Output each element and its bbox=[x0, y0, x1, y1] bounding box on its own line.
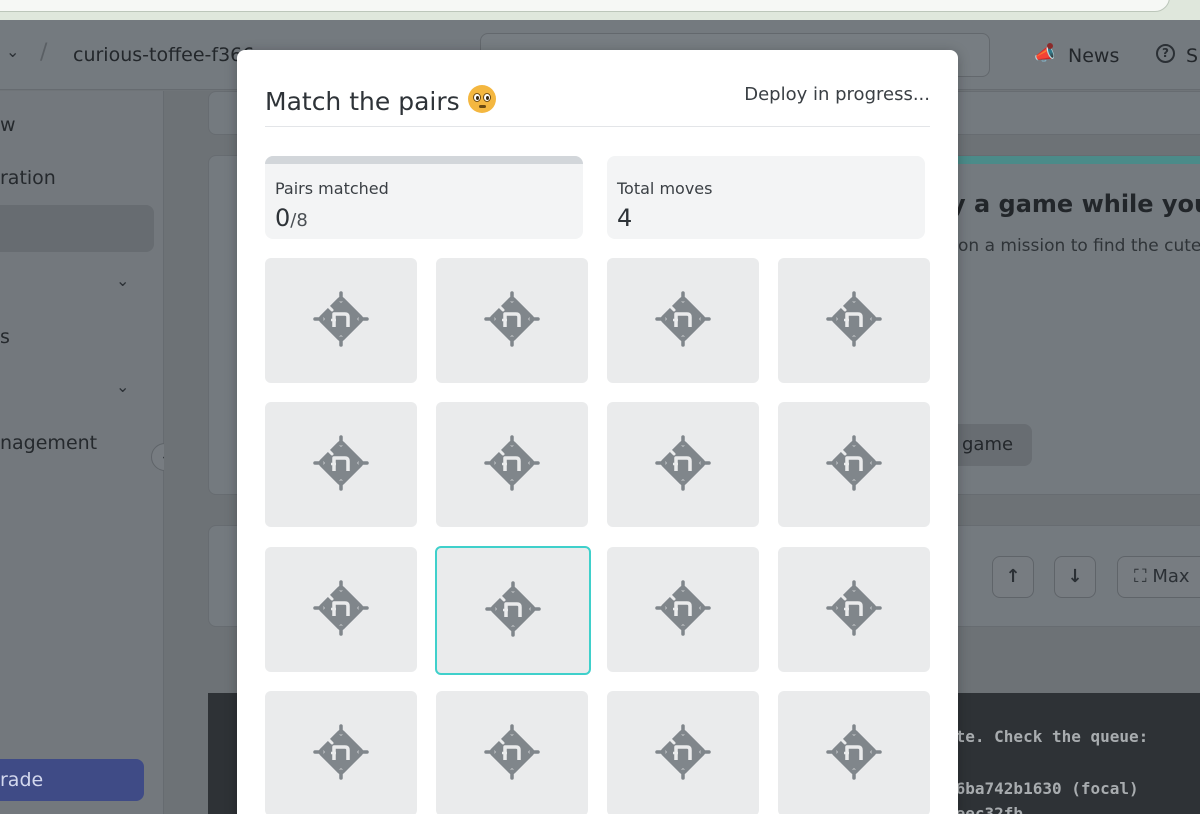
pairs-total: /8 bbox=[290, 210, 308, 231]
netlify-logo-icon bbox=[309, 720, 373, 788]
deploy-status: Deploy in progress... bbox=[744, 84, 930, 105]
divider bbox=[265, 126, 930, 127]
netlify-logo-icon bbox=[651, 576, 715, 644]
memory-card[interactable] bbox=[265, 258, 417, 383]
pairs-matched-label: Pairs matched bbox=[275, 179, 389, 198]
browser-bar bbox=[0, 0, 1200, 20]
chevron-down-icon[interactable]: ⌄ bbox=[116, 271, 129, 290]
netlify-logo-icon bbox=[309, 287, 373, 355]
pairs-matched-stat: Pairs matched 0/8 bbox=[265, 156, 583, 239]
total-moves-stat: Total moves 4 bbox=[607, 156, 925, 239]
sidebar-item-configuration[interactable]: ration bbox=[0, 167, 56, 189]
support-link[interactable]: S bbox=[1186, 45, 1198, 67]
promo-subtitle: on a mission to find the cute bbox=[958, 236, 1200, 256]
site-name[interactable]: curious-toffee-f366 bbox=[73, 44, 254, 66]
maximize-button[interactable]: ⛶ Max bbox=[1117, 556, 1200, 598]
total-moves-label: Total moves bbox=[617, 179, 713, 198]
help-icon[interactable]: ? bbox=[1156, 44, 1175, 63]
sidebar-item-management[interactable]: nagement bbox=[0, 432, 97, 454]
maximize-label: Max bbox=[1152, 566, 1190, 587]
sidebar-item-overview[interactable]: w bbox=[0, 114, 16, 136]
memory-card[interactable] bbox=[265, 691, 417, 814]
netlify-logo-icon bbox=[481, 577, 545, 645]
netlify-logo-icon bbox=[822, 431, 886, 499]
memory-card[interactable] bbox=[436, 691, 588, 814]
memory-card[interactable] bbox=[436, 258, 588, 383]
match-pairs-modal: Match the pairs Deploy in progress... Pa… bbox=[237, 50, 958, 814]
netlify-logo-icon bbox=[651, 720, 715, 788]
modal-title: Match the pairs bbox=[265, 82, 496, 116]
netlify-logo-icon bbox=[480, 431, 544, 499]
sidebar: w ration ⌄ s ⌄ nagement rade bbox=[0, 91, 164, 814]
memory-card[interactable] bbox=[265, 547, 417, 672]
netlify-logo-icon bbox=[309, 576, 373, 644]
pairs-progress-bar bbox=[265, 156, 583, 164]
netlify-logo-icon bbox=[309, 431, 373, 499]
address-bar[interactable] bbox=[0, 0, 1170, 12]
memory-card[interactable] bbox=[607, 258, 759, 383]
upgrade-button[interactable]: rade bbox=[0, 759, 144, 801]
total-moves-value: 4 bbox=[617, 204, 633, 232]
pairs-matched-value: 0/8 bbox=[275, 204, 308, 232]
netlify-logo-icon bbox=[651, 431, 715, 499]
terminal-line: 46ba742b1630 (focal) bbox=[946, 779, 1139, 798]
memory-card[interactable] bbox=[778, 258, 930, 383]
maximize-icon: ⛶ bbox=[1134, 566, 1147, 587]
megaphone-icon[interactable]: 📣 bbox=[1034, 43, 1055, 65]
memory-card[interactable] bbox=[436, 402, 588, 527]
netlify-logo-icon bbox=[651, 287, 715, 355]
memory-card[interactable] bbox=[607, 547, 759, 672]
play-game-button[interactable]: game bbox=[950, 424, 1032, 466]
sidebar-item-selected[interactable] bbox=[0, 205, 154, 252]
memory-card[interactable] bbox=[778, 402, 930, 527]
netlify-logo-icon bbox=[822, 287, 886, 355]
memory-card[interactable] bbox=[778, 691, 930, 814]
netlify-logo-icon bbox=[480, 287, 544, 355]
chevron-down-icon[interactable]: ⌄ bbox=[6, 42, 19, 61]
memory-card[interactable] bbox=[265, 402, 417, 527]
thinking-face-icon bbox=[467, 85, 496, 113]
scroll-up-button[interactable]: ↑ bbox=[992, 556, 1034, 598]
memory-card[interactable] bbox=[607, 691, 759, 814]
breadcrumb-separator: / bbox=[40, 40, 48, 65]
sidebar-item-logs[interactable]: s bbox=[0, 326, 10, 348]
netlify-logo-icon bbox=[480, 720, 544, 788]
promo-heading: y a game while you w bbox=[950, 190, 1200, 218]
promo-accent-bar bbox=[958, 156, 1200, 164]
netlify-logo-icon bbox=[822, 576, 886, 644]
scroll-down-button[interactable]: ↓ bbox=[1054, 556, 1096, 598]
netlify-logo-icon bbox=[822, 720, 886, 788]
memory-card[interactable] bbox=[778, 547, 930, 672]
chevron-down-icon[interactable]: ⌄ bbox=[116, 377, 129, 396]
memory-card[interactable] bbox=[607, 402, 759, 527]
news-link[interactable]: News bbox=[1068, 45, 1119, 67]
memory-card[interactable] bbox=[435, 546, 591, 675]
modal-title-text: Match the pairs bbox=[265, 87, 460, 116]
terminal-line: ete. Check the queue: bbox=[946, 727, 1149, 746]
pairs-matched-count: 0 bbox=[275, 204, 291, 232]
